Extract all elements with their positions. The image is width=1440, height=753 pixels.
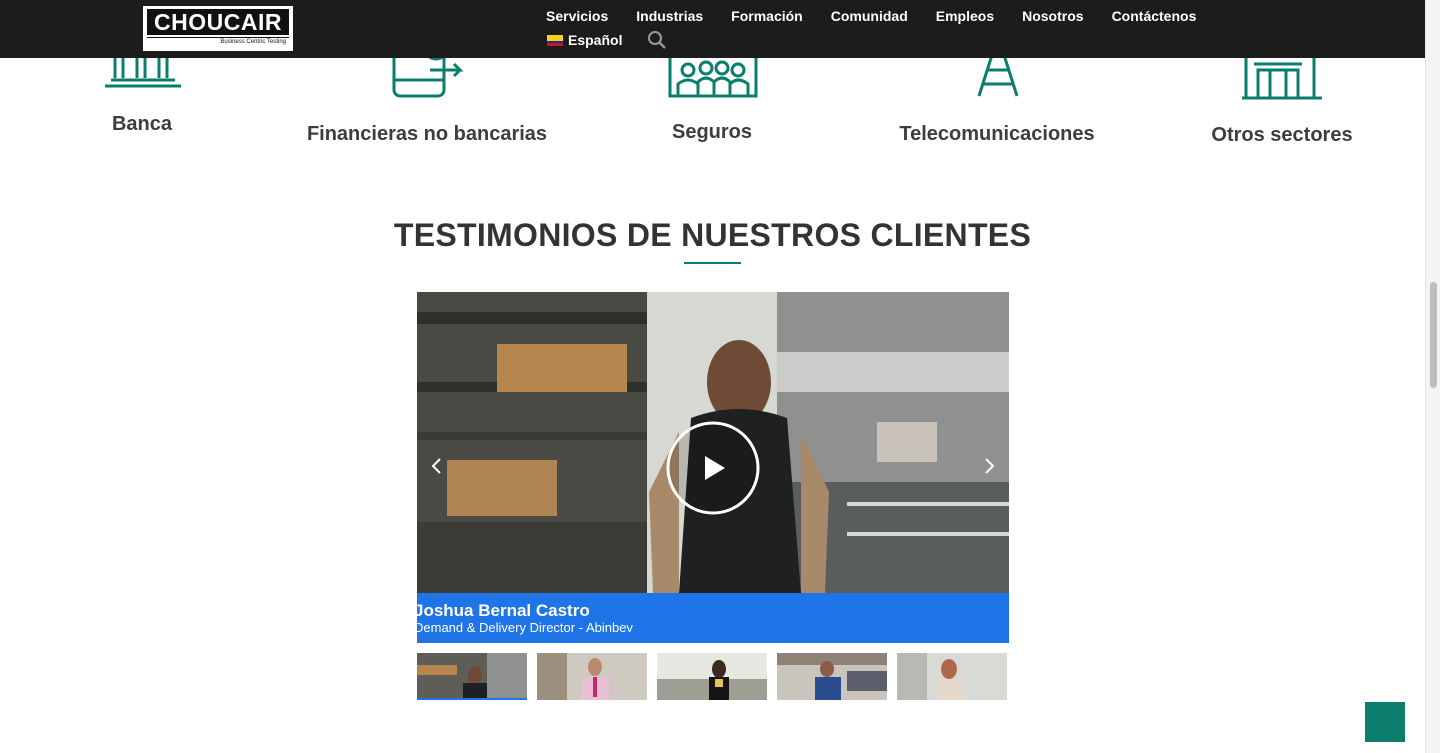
thumbnail-2[interactable] <box>537 653 647 700</box>
logo-tagline: Business Centric Testing <box>147 37 289 46</box>
nav-contactenos[interactable]: Contáctenos <box>1112 8 1197 24</box>
industry-label-otros[interactable]: Otros sectores <box>1211 124 1352 147</box>
chevron-left-icon[interactable] <box>429 456 445 476</box>
industry-label-telecom[interactable]: Telecomunicaciones <box>899 123 1094 146</box>
industry-label-banca[interactable]: Banca <box>112 113 172 136</box>
chevron-right-icon[interactable] <box>981 456 997 476</box>
colombia-flag-icon <box>547 34 563 46</box>
choucair-logo[interactable]: CHOUCAIR Business Centric Testing <box>143 6 293 51</box>
nav-empleos[interactable]: Empleos <box>936 8 994 24</box>
testimonial-video[interactable]: Joshua Bernal Castro Demand & Delivery D… <box>417 292 1009 643</box>
logo-wordmark: CHOUCAIR <box>147 9 289 35</box>
testimonial-role: Demand & Delivery Director - Abinbev <box>417 620 633 635</box>
thumbnail-4[interactable] <box>777 653 887 700</box>
video-thumbnails <box>417 653 1007 700</box>
thumbnail-5[interactable] <box>897 653 1007 700</box>
industry-label-financieras[interactable]: Financieras no bancarias <box>307 123 547 146</box>
page: Banca Financieras no bancarias Seguros T… <box>0 0 1440 753</box>
thumbnail-4-image <box>777 653 887 700</box>
thumbnail-1[interactable] <box>417 653 527 700</box>
language-selector[interactable]: Español <box>547 32 622 48</box>
video-caption: Joshua Bernal Castro Demand & Delivery D… <box>417 593 1009 643</box>
title-underline <box>684 262 741 264</box>
thumbnail-2-image <box>537 653 647 700</box>
thumbnail-5-image <box>897 653 1007 700</box>
industry-label-seguros[interactable]: Seguros <box>672 121 752 144</box>
header-bar: CHOUCAIR Business Centric Testing Servic… <box>0 0 1425 58</box>
testimonials-title: TESTIMONIOS DE NUESTROS CLIENTES <box>393 217 1032 253</box>
scrollbar-thumb[interactable] <box>1430 282 1437 388</box>
main-nav: Servicios Industrias Formación Comunidad… <box>546 8 1224 24</box>
testimonial-name: Joshua Bernal Castro <box>417 601 590 620</box>
language-label: Español <box>568 32 623 48</box>
nav-formacion[interactable]: Formación <box>731 8 803 24</box>
scroll-to-top-button[interactable] <box>1365 702 1405 742</box>
thumbnail-1-image <box>417 653 527 698</box>
thumbnail-3[interactable] <box>657 653 767 700</box>
vertical-scrollbar[interactable] <box>1425 0 1440 753</box>
nav-comunidad[interactable]: Comunidad <box>831 8 908 24</box>
nav-nosotros[interactable]: Nosotros <box>1022 8 1083 24</box>
nav-servicios[interactable]: Servicios <box>546 8 608 24</box>
nav-industrias[interactable]: Industrias <box>636 8 703 24</box>
play-icon[interactable] <box>665 420 761 516</box>
thumbnail-3-image <box>657 653 767 700</box>
search-icon[interactable] <box>647 30 667 50</box>
